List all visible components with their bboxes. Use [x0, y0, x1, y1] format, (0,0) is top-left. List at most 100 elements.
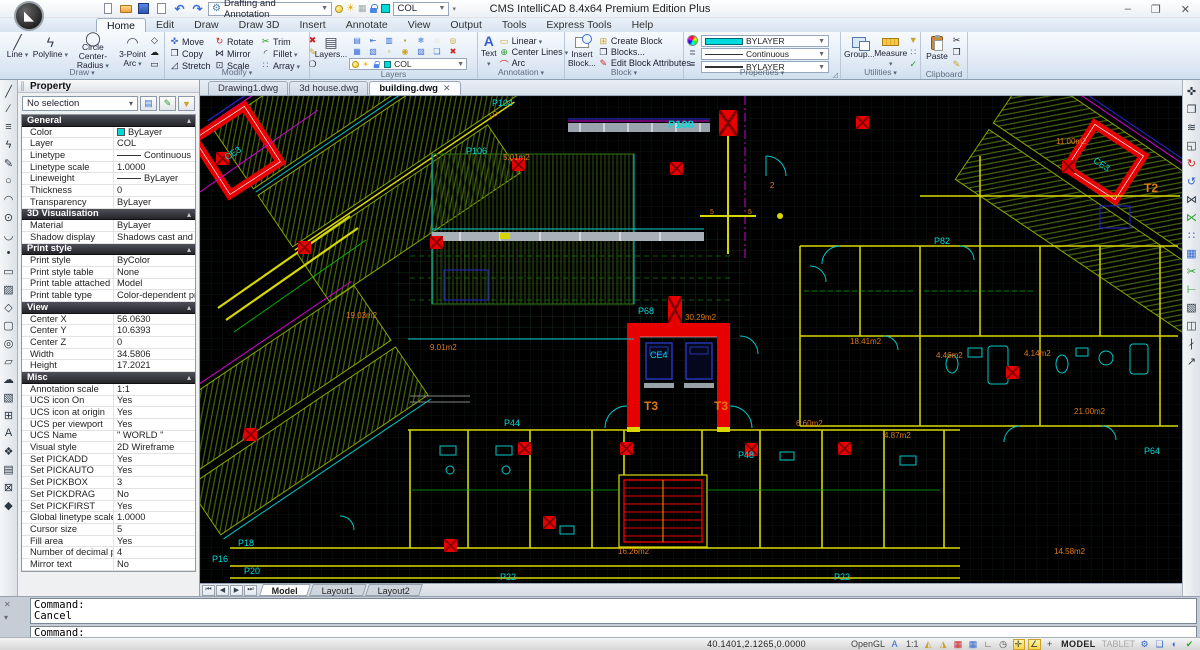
tab-output[interactable]: Output [440, 18, 492, 32]
wipeout-icon[interactable]: ▧ [1, 389, 17, 405]
tab-draw[interactable]: Draw [184, 18, 229, 32]
arc-3point-icon[interactable]: ◡ [1, 227, 17, 243]
property-row[interactable]: Print style ByColor [22, 255, 195, 267]
text-button[interactable]: AText [481, 33, 497, 69]
coordinates-readout[interactable]: 40.1401,2.1265,0.0000 [707, 639, 806, 649]
properties-group-label[interactable]: Properties [684, 67, 840, 79]
ellipse-icon[interactable]: ⊙ [1, 209, 17, 225]
rotate-3d-icon[interactable]: ↺ [1184, 173, 1200, 189]
move-to-layer-icon[interactable]: ▧ [365, 46, 381, 57]
property-row[interactable]: Center Y 10.6393 [22, 325, 195, 337]
quick-select-button[interactable]: ▤ [140, 96, 157, 111]
draw-group-label[interactable]: Draw [0, 67, 164, 79]
property-row[interactable]: Mirror text No [22, 559, 195, 571]
app-logo-icon[interactable]: ◣ [14, 1, 44, 31]
lock-layer-icon[interactable]: ▪ [397, 35, 413, 46]
snap-icon[interactable]: ▦ [953, 639, 965, 650]
ready-icon[interactable]: ✔ [1184, 639, 1196, 650]
property-row[interactable]: Width 34.5806 [22, 349, 195, 361]
create-block-button[interactable]: ⊞Create Block [597, 36, 692, 46]
doc-tab-building[interactable]: building.dwg✕ [369, 81, 460, 95]
group-button[interactable]: Group... [844, 33, 875, 69]
arc-icon[interactable]: ◠ [1, 191, 17, 207]
rotate-button[interactable]: ↻Rotate [213, 36, 259, 47]
prev-tab-button[interactable]: ◀ [216, 585, 229, 596]
layer-select[interactable]: COL ▼ [393, 2, 449, 16]
layout-tab-layout1[interactable]: Layout1 [309, 584, 367, 596]
blocks-button[interactable]: ❐Blocks... [597, 47, 692, 57]
freeze-layer-icon[interactable]: ❄ [413, 35, 429, 46]
cylinder-icon[interactable]: ◫ [1184, 317, 1200, 333]
linear-dimension-button[interactable]: ▭Linear [498, 36, 570, 46]
restore-button[interactable]: ❐ [1151, 3, 1161, 16]
polygon-icon[interactable]: ◇ [1, 299, 17, 315]
block-group-label[interactable]: Block [565, 67, 683, 79]
arc-button[interactable]: ◠3-Point Arc [117, 33, 148, 69]
layers-button[interactable]: ▤Layers... [313, 33, 349, 69]
polygon-tool-icon[interactable]: ◇ [149, 35, 160, 46]
point-icon[interactable]: • [1, 245, 17, 261]
property-row[interactable]: Set PICKBOX 3 [22, 477, 195, 489]
layer-thaw-sun-icon[interactable]: ☀ [346, 3, 355, 14]
clean-screen-icon[interactable]: ❏ [1154, 639, 1166, 650]
tab-draw-3d[interactable]: Draw 3D [229, 18, 290, 32]
first-tab-button[interactable]: ⏮ [202, 585, 215, 596]
opengl-label[interactable]: OpenGL [849, 639, 886, 650]
line-button[interactable]: ╱Line [3, 33, 32, 69]
break-icon[interactable]: ∤ [1184, 335, 1200, 351]
paste-button[interactable]: Paste [924, 33, 950, 69]
minimize-button[interactable]: – [1125, 3, 1131, 15]
tab-help[interactable]: Help [622, 18, 664, 32]
insert-block-button[interactable]: Insert Block... [568, 33, 596, 69]
redo-icon[interactable]: ↷ [190, 2, 205, 16]
copy-button[interactable]: ❐Copy [168, 48, 213, 59]
qat-customize-icon[interactable]: ▾ [452, 5, 456, 13]
xref-icon[interactable]: ⊠ [1, 479, 17, 495]
last-tab-button[interactable]: ⏭ [244, 585, 257, 596]
property-row[interactable]: Center Z 0 [22, 337, 195, 349]
property-row[interactable]: Print style table None [22, 267, 195, 279]
donut-icon[interactable]: ◎ [1, 335, 17, 351]
property-row[interactable]: Set PICKDRAG No [22, 489, 195, 501]
trim-icon[interactable]: ✂ [1184, 263, 1200, 279]
array-3d-icon[interactable]: ▦ [1184, 245, 1200, 261]
mirror-button[interactable]: ⋈Mirror [213, 48, 259, 59]
command-history[interactable]: Command: Cancel [30, 598, 1197, 624]
layer-previous-icon[interactable]: ⇤ [365, 35, 381, 46]
table-icon[interactable]: ⊞ [1, 407, 17, 423]
quick-select-icon[interactable]: ∷ [908, 47, 919, 58]
settings-gear-icon[interactable]: ⚙ [1139, 639, 1151, 650]
layer-color-swatch[interactable] [381, 4, 390, 13]
property-row[interactable]: Set PICKADD Yes [22, 454, 195, 466]
move-button[interactable]: ✜Move [168, 36, 213, 47]
modify-group-label[interactable]: Modify [165, 67, 309, 79]
thaw-layer-icon[interactable]: ◎ [445, 35, 461, 46]
property-row[interactable]: Center X 56.0630 [22, 314, 195, 326]
clipboard-group-label[interactable]: Clipboard [921, 69, 967, 79]
property-row[interactable]: Color ByLayer [22, 127, 195, 139]
new-file-icon[interactable] [100, 2, 115, 16]
multiline-icon[interactable]: ≡ [1, 119, 17, 135]
off-layer-icon[interactable]: ◌ [429, 35, 445, 46]
close-command-icon[interactable]: ✕ [4, 600, 11, 609]
layers-group-label[interactable]: Layers [310, 69, 477, 79]
plot-preview-icon[interactable] [154, 2, 169, 16]
next-tab-button[interactable]: ▶ [230, 585, 243, 596]
trim-button[interactable]: ✂Trim [259, 36, 306, 47]
tablet-label[interactable]: TABLET [1100, 639, 1136, 650]
property-row[interactable]: Print table type Color-dependent print .… [22, 290, 195, 302]
layer-viewport-icon[interactable]: ▦ [358, 3, 367, 14]
property-row[interactable]: Set PICKAUTO Yes [22, 466, 195, 478]
color-wheel-icon[interactable] [687, 35, 698, 46]
copy-to-layer-icon[interactable]: ❏ [429, 46, 445, 57]
infinite-line-icon[interactable]: ∕ [1, 101, 17, 117]
layer-on-bulb-icon[interactable] [335, 5, 343, 13]
tab-edit[interactable]: Edit [146, 18, 184, 32]
property-row[interactable]: Linetype Continuous [22, 150, 195, 162]
circle-icon[interactable]: ○ [1, 173, 17, 189]
center-lines-button[interactable]: ⊕Center Lines [498, 47, 570, 57]
layer-lock-icon[interactable] [369, 4, 378, 13]
layout-tab-model[interactable]: Model [259, 584, 311, 596]
tab-express-tools[interactable]: Express Tools [536, 18, 621, 32]
mirror-icon[interactable]: ⋈ [1184, 191, 1200, 207]
